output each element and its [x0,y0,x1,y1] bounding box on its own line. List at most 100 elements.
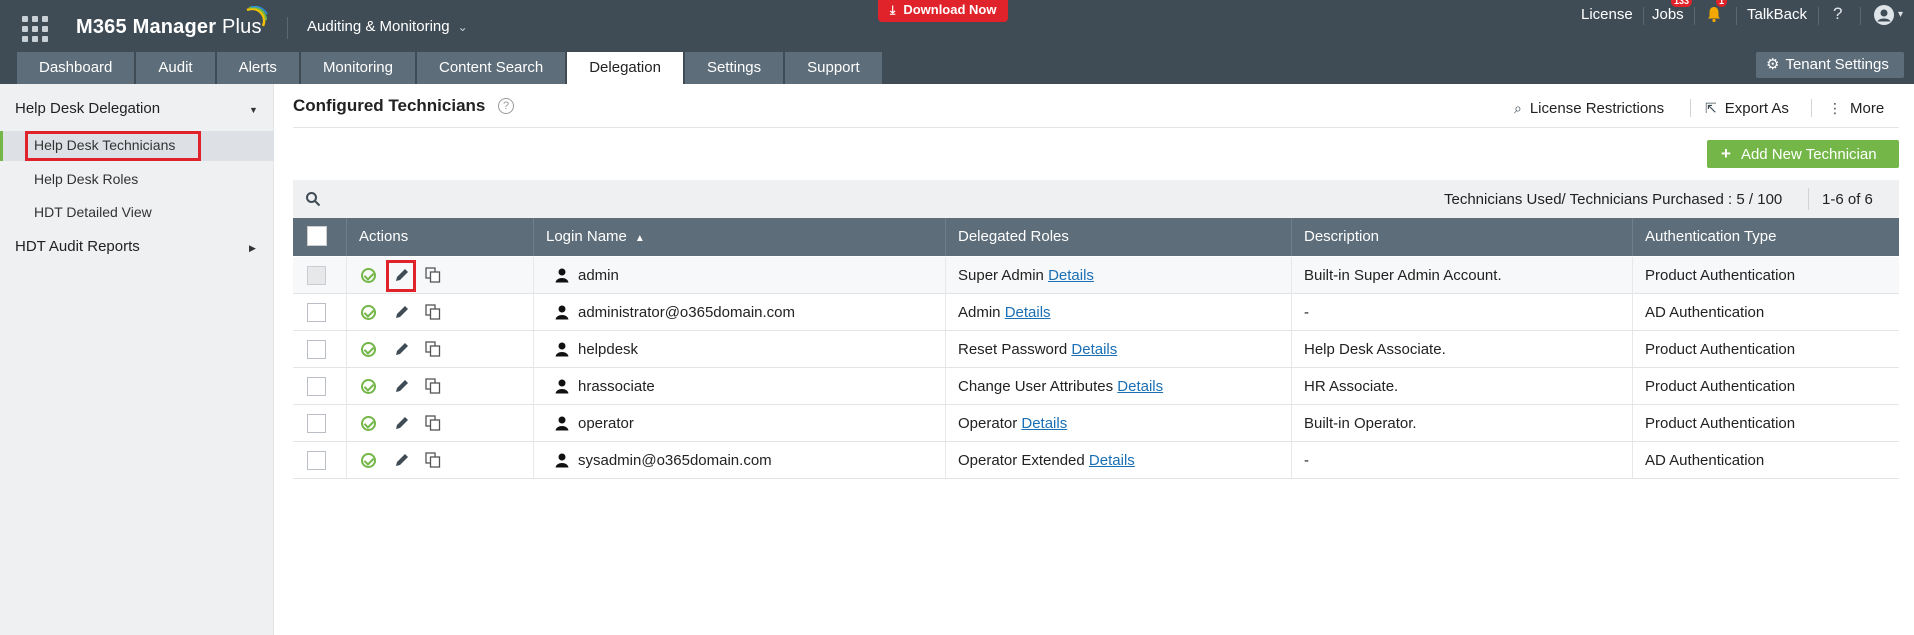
download-now-button[interactable]: ⤓ Download Now [878,0,1009,22]
column-divider [1291,368,1292,404]
module-selector[interactable]: Auditing & Monitoring ⌄ [307,18,468,35]
copy-icon[interactable] [425,267,441,283]
tab-support[interactable]: Support [785,52,882,84]
details-link[interactable]: Details [1117,378,1163,395]
column-divider [945,368,946,404]
edit-pencil-icon[interactable] [393,340,411,358]
column-divider [346,442,347,478]
column-header-delegated-roles[interactable]: Delegated Roles [958,228,1069,245]
column-header-authentication-type[interactable]: Authentication Type [1645,228,1776,245]
copy-icon[interactable] [425,452,441,468]
jobs-link[interactable]: Jobs [1652,6,1684,23]
enable-check-icon[interactable] [361,416,376,431]
help-circle-icon[interactable]: ? [498,98,514,114]
user-icon [555,268,569,283]
topnav-divider [1736,7,1737,25]
auth-type-cell: AD Authentication [1645,304,1765,321]
login-name-cell: helpdesk [578,341,639,358]
details-link[interactable]: Details [1089,452,1135,469]
details-link[interactable]: Details [1071,341,1117,358]
add-new-technician-button[interactable]: + Add New Technician [1707,140,1899,168]
help-icon[interactable]: ? [1833,4,1842,24]
column-divider [1291,442,1292,478]
edit-pencil-icon[interactable] [393,451,411,469]
column-divider [1632,218,1633,256]
column-divider [1291,331,1292,367]
column-header-description[interactable]: Description [1304,228,1379,245]
column-divider [1632,331,1633,367]
row-checkbox[interactable] [307,377,326,396]
bell-icon[interactable] [1705,5,1723,23]
tab-content-search[interactable]: Content Search [416,52,566,84]
column-header-login-name[interactable]: Login Name ▲ [546,228,645,245]
module-label: Auditing & Monitoring [307,18,450,35]
column-divider [533,218,534,256]
row-checkbox[interactable] [307,340,326,359]
sidebar-item-hdt-detailed-view[interactable]: HDT Detailed View [34,204,152,220]
sort-ascending-icon: ▲ [634,233,645,244]
selection-highlight-box [25,131,201,161]
sidebar-section-hdt-audit-reports[interactable]: HDT Audit Reports ▶ [15,238,256,258]
main-tabs: Dashboard Audit Alerts Monitoring Conten… [17,52,884,84]
brand-logo: M365 Manager Plus [76,16,262,39]
copy-icon[interactable] [425,341,441,357]
enable-check-icon[interactable] [361,268,376,283]
enable-check-icon[interactable] [361,453,376,468]
tenant-settings-button[interactable]: ⚙ Tenant Settings [1756,52,1904,78]
column-divider [1291,218,1292,256]
enable-check-icon[interactable] [361,305,376,320]
license-restrictions-link[interactable]: ⌕ License Restrictions [1514,100,1664,117]
description-cell: HR Associate. [1304,378,1399,395]
search-icon[interactable] [305,191,321,207]
row-checkbox[interactable] [307,414,326,433]
edit-pencil-icon[interactable] [393,377,411,395]
delegated-role-cell: Reset Password Details [958,341,1117,358]
enable-check-icon[interactable] [361,342,376,357]
column-header-actions: Actions [359,228,409,245]
caret-down-icon: ▼ [249,105,258,115]
details-link[interactable]: Details [1048,267,1094,284]
details-link[interactable]: Details [1005,304,1051,321]
tab-delegation[interactable]: Delegation [567,52,683,84]
talkback-link[interactable]: TalkBack [1747,6,1807,23]
row-checkbox[interactable] [307,303,326,322]
more-link[interactable]: ⋮ More [1828,100,1884,117]
sidebar-section-help-desk-delegation[interactable]: Help Desk Delegation ▼ [15,100,258,120]
row-checkbox[interactable] [307,451,326,470]
copy-icon[interactable] [425,378,441,394]
column-divider [533,257,534,293]
role-name: Reset Password [958,341,1068,358]
auth-type-cell: Product Authentication [1645,415,1796,432]
user-avatar-icon[interactable] [1874,5,1894,25]
app-launcher-icon[interactable] [22,16,48,42]
edit-pencil-icon[interactable] [393,414,411,432]
login-name-cell: hrassociate [578,378,655,395]
row-checkbox[interactable] [307,266,326,285]
column-divider [346,294,347,330]
column-divider [533,405,534,441]
tab-dashboard[interactable]: Dashboard [17,52,135,84]
edit-pencil-icon[interactable] [393,303,411,321]
copy-icon[interactable] [425,304,441,320]
jobs-badge: 133 [1671,0,1693,7]
export-as-link[interactable]: ⇱ Export As [1705,100,1789,117]
table-header: Actions Login Name ▲ Delegated Roles Desc… [293,218,1899,256]
role-name: Admin [958,304,1001,321]
sidebar-section-label: Help Desk Delegation [15,100,161,117]
tab-audit[interactable]: Audit [136,52,215,84]
tab-alerts[interactable]: Alerts [216,52,299,84]
copy-icon[interactable] [425,415,441,431]
jobs-label: Jobs [1652,6,1684,23]
tab-monitoring[interactable]: Monitoring [300,52,415,84]
description-cell: Built-in Operator. [1304,415,1417,432]
role-name: Operator Extended [958,452,1085,469]
license-link[interactable]: License [1581,6,1633,23]
user-icon [555,379,569,394]
table-row: hrassociate Change User Attributes Detail… [293,368,1899,405]
sidebar-item-help-desk-roles[interactable]: Help Desk Roles [34,171,138,187]
tab-settings[interactable]: Settings [684,52,784,84]
details-link[interactable]: Details [1021,415,1067,432]
select-all-checkbox[interactable] [307,226,327,246]
enable-check-icon[interactable] [361,379,376,394]
caret-down-icon[interactable]: ▾ [1898,9,1903,20]
